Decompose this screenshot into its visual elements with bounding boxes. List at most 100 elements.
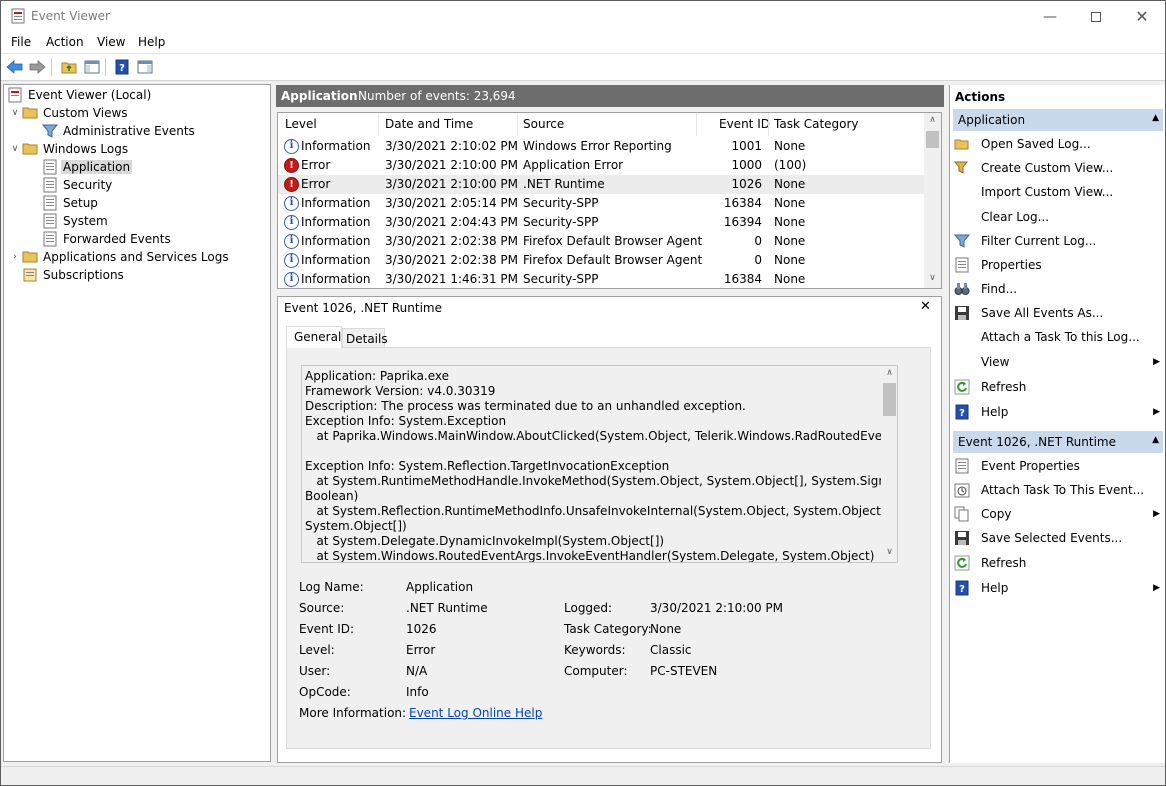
actions-section-application[interactable]: Application ▲ [953, 109, 1163, 131]
column-divider[interactable] [696, 113, 697, 136]
action-help-event[interactable]: ? Help ▶ [954, 577, 1162, 599]
action-refresh[interactable]: Refresh [954, 376, 1162, 398]
column-divider[interactable] [768, 113, 769, 136]
collapse-arrow-icon[interactable]: ▲ [1152, 113, 1159, 123]
scroll-up-icon[interactable]: ∧ [881, 368, 897, 382]
back-button[interactable] [5, 57, 25, 77]
help-button[interactable]: ? [112, 57, 132, 77]
action-event-properties[interactable]: Event Properties [954, 455, 1162, 477]
action-copy[interactable]: Copy ▶ [954, 503, 1162, 525]
event-date: 3/30/2021 2:02:38 PM [385, 253, 519, 267]
action-label: Open Saved Log... [981, 137, 1091, 151]
menu-action[interactable]: Action [46, 35, 84, 49]
event-level: Information [301, 253, 371, 267]
source-value: .NET Runtime [406, 601, 488, 615]
show-hide-tree-button[interactable] [82, 57, 102, 77]
collapse-arrow-icon[interactable]: ▲ [1152, 435, 1159, 445]
event-list-scrollbar[interactable]: ∧ ∨ [924, 113, 941, 288]
scroll-thumb[interactable] [926, 131, 939, 148]
action-save-all-events-as[interactable]: Save All Events As... [954, 302, 1162, 324]
tree-item-application[interactable]: Application [42, 158, 133, 176]
tree-item-custom-views[interactable]: ∨ Custom Views [10, 104, 130, 122]
column-divider[interactable] [378, 113, 379, 136]
menu-file[interactable]: File [11, 35, 31, 49]
tree-item-windows-logs[interactable]: ∨ Windows Logs [10, 140, 130, 158]
event-row[interactable]: ! Error 3/30/2021 2:10:00 PM Application… [278, 156, 924, 175]
column-header-event-id[interactable]: Event ID [719, 117, 770, 131]
column-divider[interactable] [517, 113, 518, 136]
tree-item-administrative-events[interactable]: Administrative Events [42, 122, 197, 140]
event-description-box[interactable]: Application: Paprika.exe Framework Versi… [301, 365, 898, 563]
tree-item-system[interactable]: System [42, 212, 110, 230]
collapsed-arrow-icon[interactable]: › [10, 252, 20, 262]
tree-item-forwarded-events[interactable]: Forwarded Events [42, 230, 173, 248]
scroll-down-icon[interactable]: ∨ [924, 273, 941, 287]
event-count: Number of events: 23,694 [358, 89, 516, 103]
tab-details[interactable]: Details [342, 328, 388, 348]
action-label: Attach a Task To this Log... [981, 330, 1140, 344]
event-date: 3/30/2021 1:46:31 PM [385, 272, 519, 286]
up-folder-button[interactable] [59, 57, 79, 77]
event-row[interactable]: i Information 3/30/2021 2:04:43 PM Secur… [278, 213, 924, 232]
action-find[interactable]: Find... [954, 278, 1162, 300]
action-save-selected-events[interactable]: Save Selected Events... [954, 527, 1162, 549]
event-row[interactable]: i Information 3/30/2021 2:05:14 PM Secur… [278, 194, 924, 213]
tree-item-root[interactable]: Event Viewer (Local) [7, 86, 153, 104]
expanded-arrow-icon[interactable]: ∨ [10, 144, 20, 154]
blank-icon [954, 354, 970, 370]
close-icon: ✕ [1135, 7, 1149, 26]
description-scrollbar[interactable]: ∧ ∨ [881, 366, 897, 562]
action-label: Copy [981, 507, 1012, 521]
action-help[interactable]: ? Help ▶ [954, 401, 1162, 423]
event-row[interactable]: i Information 3/30/2021 2:02:38 PM Firef… [278, 232, 924, 251]
menu-view[interactable]: View [97, 35, 125, 49]
tab-general[interactable]: General [286, 326, 342, 348]
column-header-source[interactable]: Source [523, 117, 564, 131]
event-log-online-help-link[interactable]: Event Log Online Help [409, 706, 542, 720]
expanded-arrow-icon[interactable]: ∨ [10, 108, 20, 118]
scroll-thumb[interactable] [883, 383, 896, 416]
event-row[interactable]: i Information 3/30/2021 1:46:31 PM Secur… [278, 270, 924, 288]
action-create-custom-view[interactable]: Create Custom View... [954, 157, 1162, 179]
action-open-saved-log[interactable]: Open Saved Log... [954, 133, 1162, 155]
show-action-pane-button[interactable] [135, 57, 155, 77]
blank-icon [954, 209, 970, 225]
column-header-date[interactable]: Date and Time [385, 117, 473, 131]
scroll-down-icon[interactable]: ∨ [881, 547, 897, 561]
action-label: Properties [981, 258, 1042, 272]
refresh-icon [954, 379, 970, 395]
maximize-button[interactable] [1073, 1, 1119, 32]
tree-item-setup[interactable]: Setup [42, 194, 100, 212]
action-filter-current-log[interactable]: Filter Current Log... [954, 230, 1162, 252]
action-clear-log[interactable]: Clear Log... [954, 206, 1162, 228]
forward-button[interactable] [27, 57, 47, 77]
description-line: at System.RuntimeMethodHandle.InvokeMeth… [305, 474, 898, 488]
column-header-level[interactable]: Level [285, 117, 317, 131]
tree-item-subscriptions[interactable]: Subscriptions [22, 266, 126, 284]
actions-section-event[interactable]: Event 1026, .NET Runtime ▲ [953, 431, 1163, 453]
event-row[interactable]: i Information 3/30/2021 2:02:38 PM Firef… [278, 251, 924, 270]
minimize-button[interactable]: — [1027, 1, 1073, 32]
action-import-custom-view[interactable]: Import Custom View... [954, 181, 1162, 203]
actions-pane: Actions Application ▲ Open Saved Log... … [949, 85, 1165, 763]
error-icon: ! [284, 177, 299, 192]
tree-label: Administrative Events [63, 124, 195, 138]
tree-item-applications-and-services-logs[interactable]: › Applications and Services Logs [10, 248, 231, 266]
back-arrow-icon [6, 60, 23, 74]
action-label: Create Custom View... [981, 161, 1114, 175]
close-button[interactable]: ✕ [1119, 1, 1165, 32]
column-header-task-category[interactable]: Task Category [774, 117, 859, 131]
window-title: Event Viewer [31, 9, 110, 23]
action-attach-task-to-log[interactable]: Attach a Task To this Log... [954, 326, 1162, 348]
detail-close-icon[interactable]: ✕ [920, 299, 931, 314]
action-attach-task-to-event[interactable]: Attach Task To This Event... [954, 479, 1162, 501]
tree-item-security[interactable]: Security [42, 176, 114, 194]
event-row[interactable]: i Information 3/30/2021 2:10:02 PM Windo… [278, 137, 924, 156]
menu-help[interactable]: Help [138, 35, 165, 49]
event-row-selected[interactable]: ! Error 3/30/2021 2:10:00 PM .NET Runtim… [278, 175, 924, 194]
scroll-up-icon[interactable]: ∧ [924, 115, 941, 129]
tree-label: Event Viewer (Local) [28, 88, 152, 102]
action-properties[interactable]: Properties [954, 254, 1162, 276]
action-view[interactable]: View ▶ [954, 351, 1162, 373]
action-refresh-event[interactable]: Refresh [954, 552, 1162, 574]
